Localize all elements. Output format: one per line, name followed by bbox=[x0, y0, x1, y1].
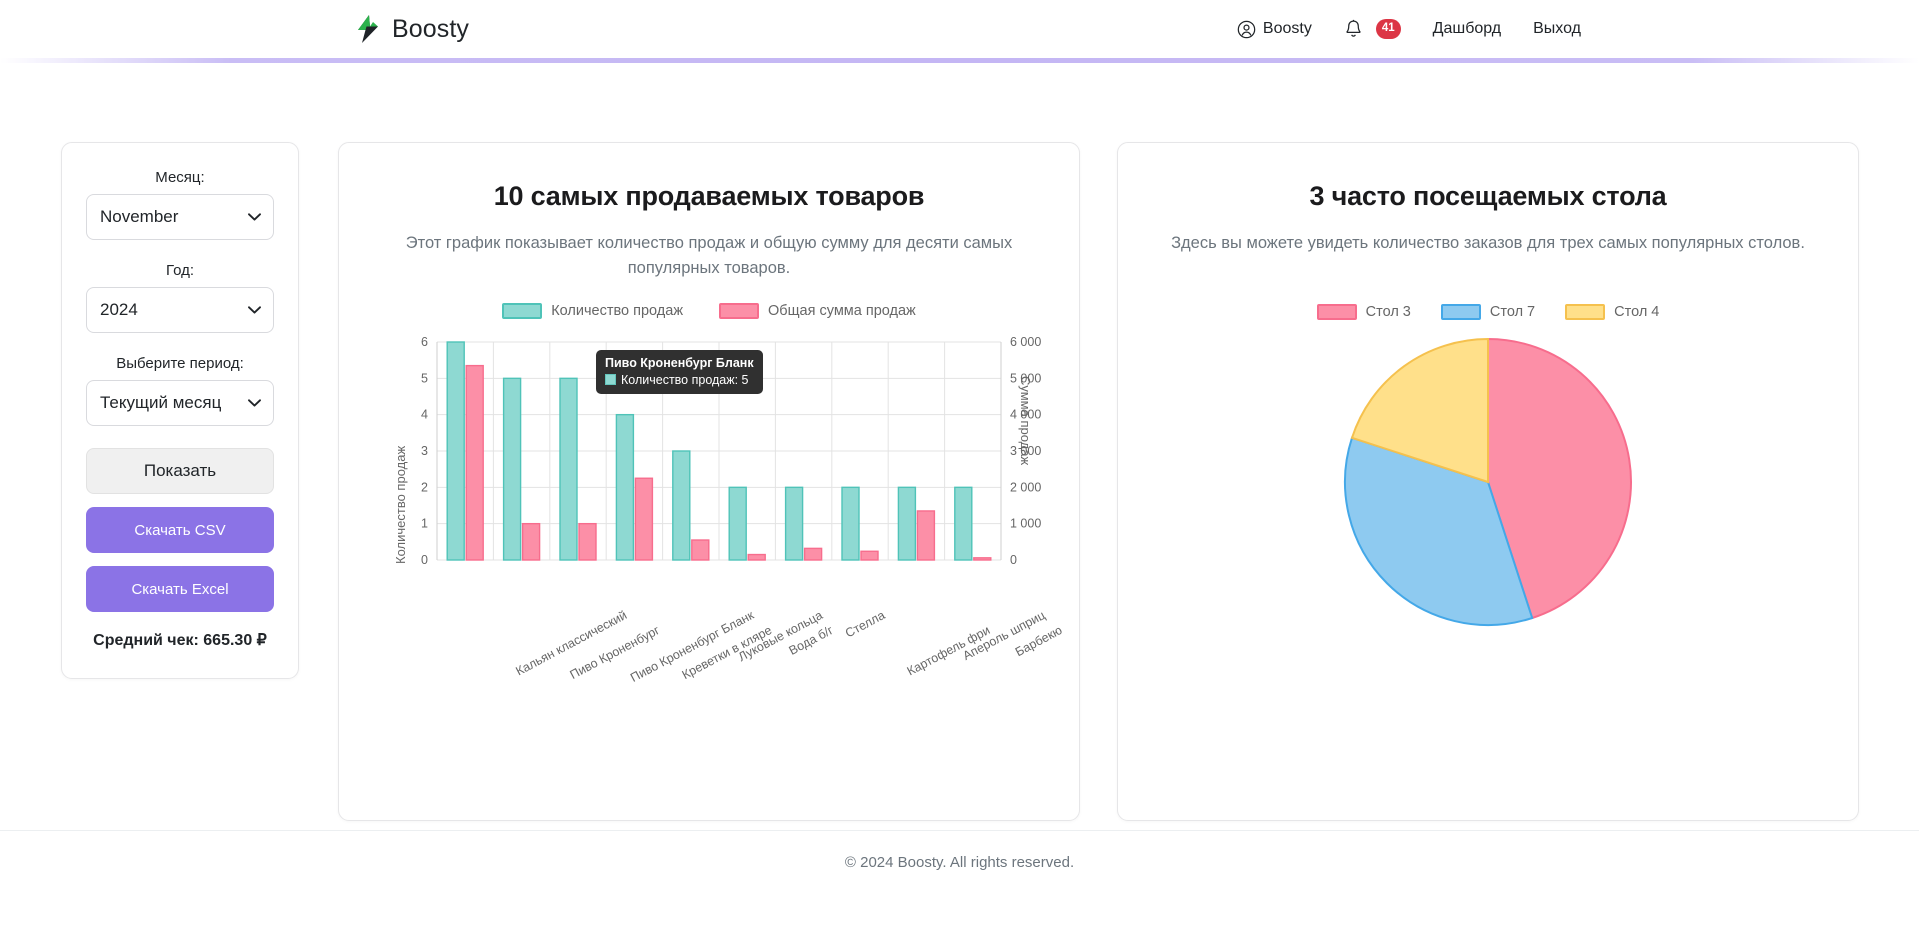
y-axis-title-left: Количество продаж bbox=[393, 445, 408, 564]
popular-tables-title: 3 часто посещаемых стола bbox=[1309, 181, 1667, 211]
top-products-card: 10 самых продаваемых товаров Этот график… bbox=[338, 142, 1080, 821]
period-select-value: Текущий месяц bbox=[100, 393, 222, 412]
svg-text:0: 0 bbox=[421, 553, 428, 567]
tooltip-swatch bbox=[605, 374, 616, 385]
year-select[interactable]: 2024 bbox=[86, 287, 274, 333]
year-select-value: 2024 bbox=[100, 300, 138, 319]
pie-chart bbox=[1118, 332, 1858, 632]
notification-badge: 41 bbox=[1375, 19, 1401, 39]
pie-legend-item[interactable]: Стол 7 bbox=[1440, 303, 1536, 320]
filters-sidebar: Месяц: November Год: 2024 Выберите перио… bbox=[61, 142, 299, 679]
pie-legend-item[interactable]: Стол 3 bbox=[1316, 303, 1411, 320]
legend-label-quantity: Количество продаж bbox=[551, 302, 684, 319]
tooltip-row: Количество продаж: 5 bbox=[605, 373, 754, 387]
pie-legend-label: Стол 3 bbox=[1365, 303, 1411, 320]
legend-swatch-amount bbox=[719, 302, 760, 319]
nav-links: Boosty 41 Дашборд Выход bbox=[1237, 19, 1581, 39]
pie-chart-svg bbox=[1344, 337, 1632, 626]
period-label: Выберите период: bbox=[116, 355, 244, 372]
legend-item-amount[interactable]: Общая сумма продаж bbox=[719, 302, 916, 319]
svg-text:3: 3 bbox=[421, 444, 428, 458]
pie-legend-swatch bbox=[1440, 303, 1481, 320]
bar-chart-legend: Количество продаж Общая сумма продаж bbox=[339, 302, 1079, 319]
nav-user-label: Boosty bbox=[1262, 20, 1312, 37]
nav-notifications[interactable]: 41 bbox=[1344, 19, 1401, 39]
pie-legend-label: Стол 7 bbox=[1489, 303, 1536, 320]
svg-text:5: 5 bbox=[421, 371, 428, 385]
popular-tables-card: 3 часто посещаемых стола Здесь вы можете… bbox=[1117, 142, 1859, 821]
year-select-wrap: 2024 bbox=[86, 287, 274, 333]
nav-user[interactable]: Boosty bbox=[1237, 20, 1312, 39]
pie-chart-legend: Стол 3 Стол 7 Стол 4 bbox=[1118, 303, 1858, 320]
brand-name: Boosty bbox=[392, 14, 470, 43]
average-check-value: Средний чек: 665.30 ₽ bbox=[93, 632, 267, 649]
bar-chart-x-labels: Кальян классический Пиво Кроненбург Пиво К… bbox=[339, 603, 1079, 685]
legend-swatch-quantity bbox=[502, 302, 543, 319]
show-button[interactable]: Показать bbox=[86, 448, 274, 494]
page-body: Месяц: November Год: 2024 Выберите перио… bbox=[0, 63, 1919, 893]
bar-plot-area: Количество продаж Сумма продаж 0 0 1 1 000 2… bbox=[339, 328, 1079, 603]
pie-legend-item[interactable]: Стол 4 bbox=[1565, 303, 1660, 320]
popular-tables-subtitle: Здесь вы можете увидеть количество заказ… bbox=[1171, 234, 1805, 252]
boosty-bolt-logo-icon bbox=[358, 15, 378, 43]
svg-text:2 000: 2 000 bbox=[1010, 480, 1041, 494]
year-label: Год: bbox=[165, 262, 195, 279]
svg-text:6 000: 6 000 bbox=[1010, 335, 1041, 349]
nav-dashboard-label: Дашборд bbox=[1432, 20, 1502, 37]
top-products-title: 10 самых продаваемых товаров bbox=[493, 181, 925, 211]
top-navbar: Boosty Boosty 41 Дашборд Выход bbox=[0, 0, 1919, 58]
month-select-wrap: November bbox=[86, 194, 274, 240]
pie-legend-label: Стол 4 bbox=[1614, 303, 1660, 320]
top-products-subtitle: Этот график показывает количество продаж… bbox=[405, 234, 1013, 277]
month-select[interactable]: November bbox=[86, 194, 274, 240]
month-select-value: November bbox=[100, 207, 179, 226]
svg-text:0: 0 bbox=[1010, 553, 1017, 567]
tooltip-title: Пиво Кроненбург Бланк bbox=[605, 355, 754, 370]
bell-icon bbox=[1346, 19, 1361, 37]
legend-item-quantity[interactable]: Количество продаж bbox=[502, 302, 684, 319]
nav-dashboard[interactable]: Дашборд bbox=[1433, 20, 1502, 38]
tooltip-value: Количество продаж: 5 bbox=[621, 372, 749, 387]
month-label: Месяц: bbox=[155, 169, 205, 186]
period-select-wrap: Текущий месяц bbox=[86, 380, 274, 426]
svg-text:6: 6 bbox=[421, 335, 428, 349]
svg-text:2: 2 bbox=[421, 480, 428, 494]
brand[interactable]: Boosty bbox=[355, 14, 469, 44]
y-axis-title-right: Сумма продаж bbox=[1018, 375, 1033, 465]
page-footer: © 2024 Boosty. All rights reserved. bbox=[0, 830, 1919, 893]
bar-chart: Количество продаж Общая сумма продаж Кол… bbox=[339, 302, 1079, 685]
nav-logout[interactable]: Выход bbox=[1533, 20, 1581, 38]
pie-legend-swatch bbox=[1565, 303, 1606, 320]
svg-text:1: 1 bbox=[421, 516, 428, 530]
bar-chart-tooltip: Пиво Кроненбург Бланк Количество продаж:… bbox=[596, 349, 763, 394]
svg-text:1 000: 1 000 bbox=[1010, 516, 1041, 530]
svg-text:4: 4 bbox=[421, 407, 428, 421]
nav-logout-label: Выход bbox=[1533, 20, 1581, 37]
legend-label-amount: Общая сумма продаж bbox=[768, 302, 916, 319]
x-axis-label: Стелла bbox=[842, 607, 887, 640]
pie-legend-swatch bbox=[1316, 303, 1357, 320]
user-circle-icon bbox=[1237, 20, 1256, 38]
download-excel-button[interactable]: Скачать Excel bbox=[86, 566, 274, 612]
download-csv-button[interactable]: Скачать CSV bbox=[86, 507, 274, 553]
footer-copyright: © 2024 Boosty. All rights reserved. bbox=[844, 853, 1075, 871]
period-select[interactable]: Текущий месяц bbox=[86, 380, 274, 426]
